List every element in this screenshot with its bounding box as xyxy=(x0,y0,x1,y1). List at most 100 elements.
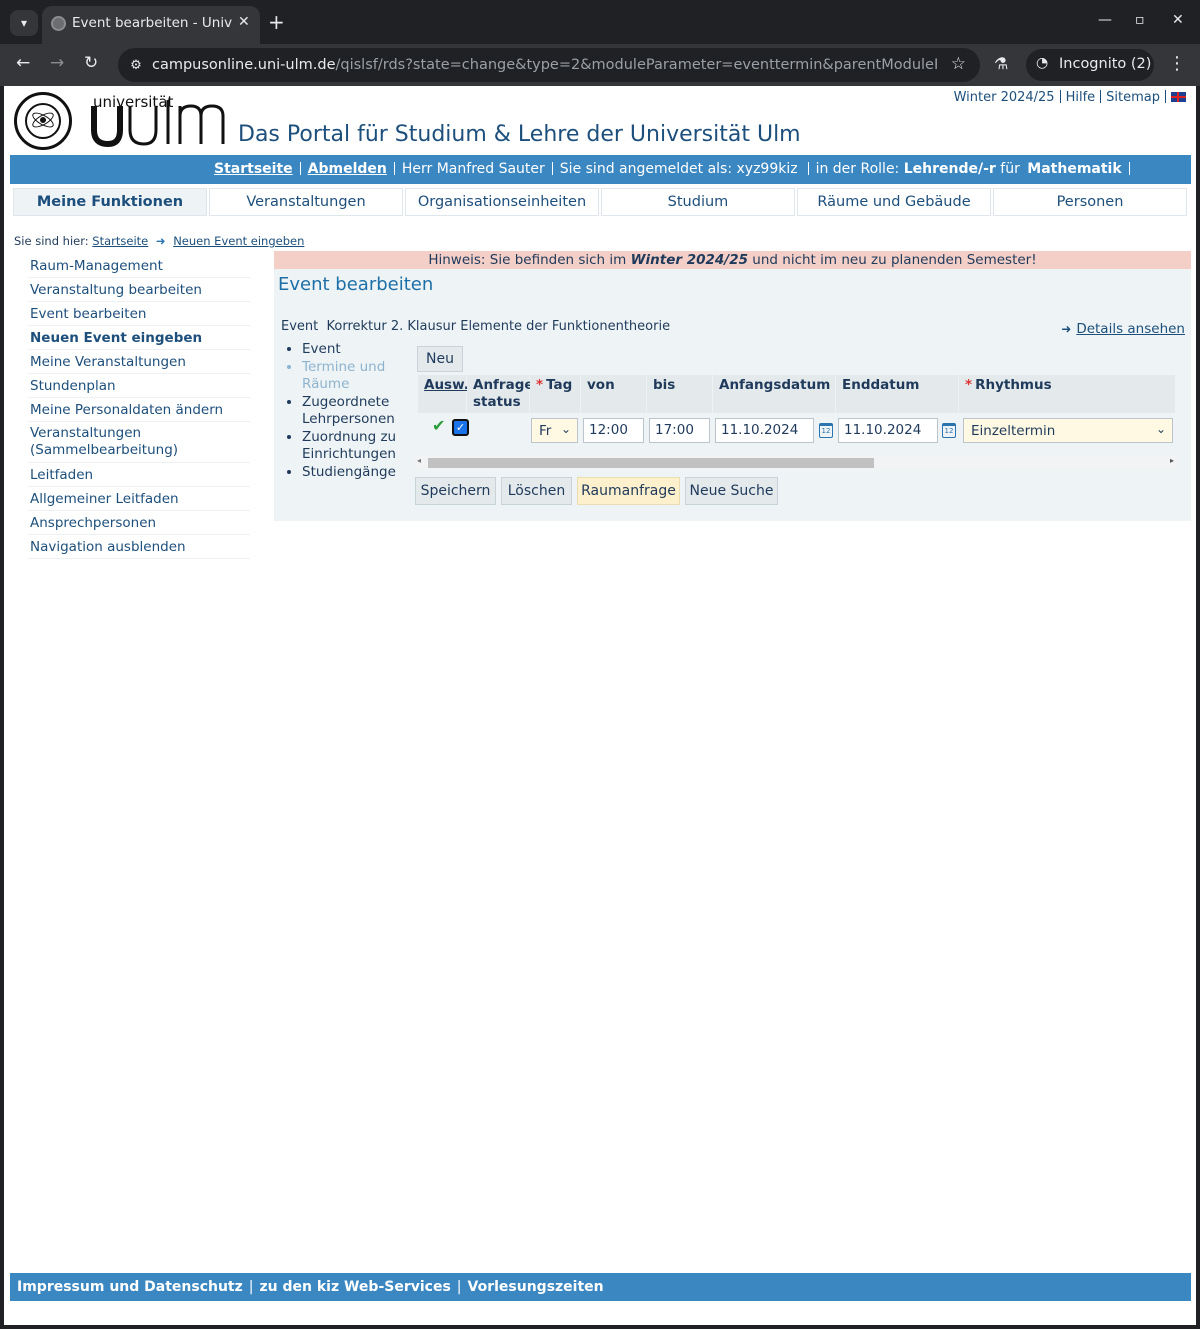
sidebar-item-raum-management[interactable]: Raum-Management xyxy=(28,254,250,278)
page-title: Event bearbeiten xyxy=(278,274,434,295)
bookmark-star-icon[interactable]: ☆ xyxy=(951,54,966,74)
header-von: von xyxy=(581,375,646,413)
nav-raeume-und-gebaeude[interactable]: Räume und Gebäude xyxy=(797,188,991,216)
new-tab-button[interactable]: + xyxy=(268,10,285,34)
english-flag-icon[interactable] xyxy=(1171,92,1186,102)
arrow-right-icon: ➜ xyxy=(1061,322,1072,336)
sidebar-item-meine-veranstaltungen[interactable]: Meine Veranstaltungen xyxy=(28,350,250,374)
role: Lehrende/-r xyxy=(903,161,996,177)
anfangsdatum-input[interactable]: 11.10.2024 xyxy=(715,418,814,443)
sidebar-item-neuen-event-eingeben[interactable]: Neuen Event eingeben xyxy=(28,326,250,350)
nav-veranstaltungen[interactable]: Veranstaltungen xyxy=(209,188,403,216)
event-info: Event Korrektur 2. Klausur Elemente der … xyxy=(281,319,671,334)
url-text[interactable]: campusonline.uni-ulm.de/qislsf/rds?state… xyxy=(152,57,937,73)
chevron-down-icon: ⌄ xyxy=(560,422,571,436)
save-button[interactable]: Speichern xyxy=(415,477,496,505)
von-input[interactable]: 12:00 xyxy=(583,418,644,443)
logged-in-as: Sie sind angemeldet als: xyz99kiz xyxy=(559,161,798,177)
header-bis: bis xyxy=(647,375,712,413)
header-rhythmus: * Rhythmus xyxy=(959,375,1175,413)
enddatum-input[interactable]: 11.10.2024 xyxy=(838,418,938,443)
footer-vorlesungszeiten-link[interactable]: Vorlesungszeiten xyxy=(468,1279,604,1295)
breadcrumb-current-link[interactable]: Neuen Event eingeben xyxy=(173,234,304,248)
event-subnavigation: Event Termine und Räume Zugeordnete Lehr… xyxy=(288,341,398,481)
tag-select[interactable]: Fr ⌄ xyxy=(531,418,578,443)
favicon-icon xyxy=(51,16,66,31)
calendar-icon[interactable]: 12 xyxy=(942,423,956,438)
nav-personen[interactable]: Personen xyxy=(993,188,1187,216)
breadcrumb: Sie sind hier: Startseite ➜ Neuen Event … xyxy=(14,234,305,248)
address-bar[interactable]: ⚙ campusonline.uni-ulm.de/qislsf/rds?sta… xyxy=(118,48,980,82)
help-link[interactable]: Hilfe xyxy=(1066,90,1096,105)
footer-kiz-link[interactable]: zu den kiz Web-Services xyxy=(260,1279,451,1295)
home-link[interactable]: Startseite xyxy=(214,161,293,177)
header-tag: * Tag xyxy=(530,375,580,413)
horizontal-scrollbar[interactable]: ◂ ▸ xyxy=(415,456,1177,470)
checkmark-icon: ✔ xyxy=(432,416,446,435)
incognito-icon: ◔ xyxy=(1036,55,1049,71)
portal-title: Das Portal für Studium & Lehre der Unive… xyxy=(238,122,801,147)
delete-button[interactable]: Löschen xyxy=(501,477,572,505)
main-content: Hinweis: Sie befinden sich im Winter 202… xyxy=(274,251,1191,521)
sidebar-item-allgemeiner-leitfaden[interactable]: Allgemeiner Leitfaden xyxy=(28,487,250,511)
sidebar-item-sammelbearbeitung[interactable]: Veranstaltungen (Sammelbearbeitung) xyxy=(28,422,250,463)
subnav-einrichtungen[interactable]: Zuordnung zu Einrichtungen xyxy=(302,429,398,464)
uulm-logo[interactable] xyxy=(90,98,228,150)
reload-icon[interactable]: ↻ xyxy=(84,53,98,73)
scrollbar-thumb[interactable] xyxy=(428,458,874,468)
sidebar-item-event-bearbeiten[interactable]: Event bearbeiten xyxy=(28,302,250,326)
maximize-icon[interactable]: ▫ xyxy=(1135,12,1145,28)
labs-flask-icon[interactable]: ⚗ xyxy=(994,54,1008,73)
minimize-icon[interactable]: — xyxy=(1098,12,1112,28)
scroll-left-icon[interactable]: ◂ xyxy=(417,456,421,465)
footer-bar: Impressum und Datenschutz | zu den kiz Web… xyxy=(10,1273,1191,1301)
sidebar-item-veranstaltung-bearbeiten[interactable]: Veranstaltung bearbeiten xyxy=(28,278,250,302)
browser-menu-icon[interactable]: ⋮ xyxy=(1168,53,1186,74)
tab-list-button[interactable]: ▾ xyxy=(10,10,38,36)
sidebar-item-leitfaden[interactable]: Leitfaden xyxy=(28,463,250,487)
subnav-studiengaenge[interactable]: Studiengänge xyxy=(302,464,398,482)
subnav-lehrpersonen[interactable]: Zugeordnete Lehrpersonen xyxy=(302,394,398,429)
semester-link[interactable]: Winter 2024/25 xyxy=(954,90,1055,105)
site-settings-icon[interactable]: ⚙ xyxy=(126,55,146,75)
sitemap-link[interactable]: Sitemap xyxy=(1106,90,1160,105)
browser-toolbar: ← → ↻ ⚙ campusonline.uni-ulm.de/qislsf/r… xyxy=(0,44,1200,86)
sidebar-item-personaldaten[interactable]: Meine Personaldaten ändern xyxy=(28,398,250,422)
details-link[interactable]: ➜ Details ansehen xyxy=(1061,321,1185,337)
breadcrumb-home-link[interactable]: Startseite xyxy=(92,234,148,248)
header-enddatum: Enddatum xyxy=(836,375,958,413)
scroll-right-icon[interactable]: ▸ xyxy=(1170,456,1174,465)
bis-input[interactable]: 17:00 xyxy=(649,418,710,443)
nav-organisationseinheiten[interactable]: Organisationseinheiten xyxy=(405,188,599,216)
rhythmus-select[interactable]: Einzeltermin ⌄ xyxy=(963,418,1173,443)
nav-meine-funktionen[interactable]: Meine Funktionen xyxy=(13,188,207,216)
new-search-button[interactable]: Neue Suche xyxy=(685,477,778,505)
incognito-indicator[interactable]: ◔ Incognito (2) xyxy=(1026,49,1154,81)
back-icon[interactable]: ← xyxy=(16,53,30,73)
sidebar-item-stundenplan[interactable]: Stundenplan xyxy=(28,374,250,398)
browser-tab[interactable]: Event bearbeiten - Univer ✕ xyxy=(42,6,260,44)
browser-tabbar: ▾ Event bearbeiten - Univer ✕ + — ▫ ✕ xyxy=(0,0,1200,44)
new-button[interactable]: Neu xyxy=(417,346,463,372)
footer-impressum-link[interactable]: Impressum und Datenschutz xyxy=(17,1279,243,1295)
user-bar: Startseite Abmelden Herr Manfred Sauter Sie… xyxy=(10,155,1191,184)
sidebar-item-ansprechpersonen[interactable]: Ansprechpersonen xyxy=(28,511,250,535)
event-name: Korrektur 2. Klausur Elemente der Funkti… xyxy=(326,319,671,334)
row-select-checkbox[interactable]: ✓ xyxy=(452,419,469,436)
chevron-down-icon: ⌄ xyxy=(1155,422,1166,436)
window-close-icon[interactable]: ✕ xyxy=(1172,12,1184,28)
tab-close-icon[interactable]: ✕ xyxy=(238,14,250,30)
university-seal-logo[interactable] xyxy=(14,92,72,150)
subnav-event[interactable]: Event xyxy=(302,341,398,359)
forward-icon[interactable]: → xyxy=(50,53,64,73)
nav-studium[interactable]: Studium xyxy=(601,188,795,216)
subnav-termine-und-raeume[interactable]: Termine und Räume xyxy=(302,359,398,394)
calendar-icon[interactable]: 12 xyxy=(819,423,833,438)
header-anfragestatus: Anfrage-status xyxy=(467,375,539,413)
room-request-button[interactable]: Raumanfrage xyxy=(577,477,680,505)
header-ausw[interactable]: Ausw. xyxy=(418,375,469,413)
page: universität Das Portal für Studium & Leh… xyxy=(4,86,1196,1325)
user-name: Herr Manfred Sauter xyxy=(401,161,545,177)
logout-link[interactable]: Abmelden xyxy=(308,161,387,177)
sidebar-item-navigation-ausblenden[interactable]: Navigation ausblenden xyxy=(28,535,250,559)
